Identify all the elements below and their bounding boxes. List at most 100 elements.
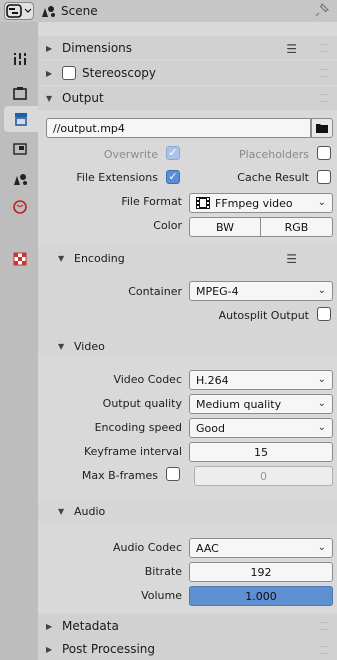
- chevron-down-icon: ⌄: [317, 374, 326, 385]
- overwrite-label: Overwrite: [103, 148, 158, 161]
- encoding-subpanel-header[interactable]: ▼ Encoding ☰: [38, 246, 337, 270]
- dimensions-title: Dimensions: [62, 41, 133, 55]
- metadata-panel-header[interactable]: ▶ Metadata: [38, 614, 337, 638]
- audio-subpanel-header[interactable]: ▼ Audio: [38, 499, 337, 523]
- chevron-down-icon: ⌄: [317, 422, 326, 433]
- post-processing-title: Post Processing: [62, 642, 155, 656]
- container-label: Container: [128, 285, 182, 298]
- keyframe-interval-value: 15: [254, 445, 268, 459]
- placeholders-label: Placeholders: [238, 148, 309, 161]
- video-codec-value: H.264: [196, 373, 229, 387]
- max-bframes-checkbox[interactable]: [166, 467, 180, 481]
- encoding-speed-dropdown[interactable]: Good ⌄: [189, 418, 333, 438]
- stereoscopy-checkbox[interactable]: [62, 66, 76, 80]
- scene-icon: [40, 4, 56, 21]
- max-bframes-label: Max B-frames: [81, 469, 158, 482]
- volume-value: 1.000: [245, 589, 277, 603]
- collapsed-arrow-icon: ▶: [46, 621, 53, 631]
- autosplit-label: Autosplit Output: [218, 309, 309, 322]
- output-quality-dropdown[interactable]: Medium quality ⌄: [189, 394, 333, 414]
- drag-handle-icon[interactable]: [319, 69, 329, 77]
- color-rgb-label: RGB: [284, 220, 309, 234]
- audio-codec-dropdown[interactable]: AAC ⌄: [189, 538, 333, 558]
- properties-editor-icon: [6, 4, 32, 18]
- scene-tab-icon: [14, 174, 27, 185]
- chevron-down-icon: ⌄: [317, 542, 326, 553]
- placeholders-checkbox[interactable]: [317, 146, 331, 160]
- expanded-arrow-icon: ▼: [58, 341, 65, 351]
- output-path-field[interactable]: //output.mp4: [46, 118, 311, 138]
- cache-result-label: Cache Result: [237, 171, 309, 184]
- file-format-value: FFmpeg video: [215, 196, 293, 210]
- expanded-arrow-icon: ▼: [58, 506, 65, 516]
- file-format-dropdown[interactable]: FFmpeg video ⌄: [189, 193, 333, 213]
- video-title: Video: [74, 339, 105, 353]
- color-label: Color: [153, 219, 182, 232]
- pin-icon[interactable]: [315, 2, 330, 20]
- cache-result-checkbox[interactable]: [317, 170, 331, 184]
- chevron-down-icon: ⌄: [317, 285, 326, 296]
- drag-handle-icon[interactable]: [319, 646, 329, 654]
- world-icon: [13, 200, 27, 214]
- keyframe-interval-label: Keyframe interval: [84, 445, 182, 458]
- bitrate-label: Bitrate: [144, 565, 182, 578]
- drag-handle-icon[interactable]: [319, 44, 329, 52]
- post-processing-panel-header[interactable]: ▶ Post Processing: [38, 638, 337, 660]
- encoding-speed-value: Good: [196, 421, 225, 435]
- chevron-down-icon: ⌄: [317, 197, 326, 208]
- presets-list-icon[interactable]: ☰: [286, 42, 297, 56]
- output-quality-label: Output quality: [102, 397, 182, 410]
- properties-tab-strip: [0, 22, 38, 660]
- container-value: MPEG-4: [196, 284, 239, 298]
- volume-label: Volume: [141, 589, 182, 602]
- scene-tab[interactable]: [6, 166, 34, 192]
- bitrate-value: 192: [250, 565, 272, 579]
- file-extensions-checkbox[interactable]: ✓: [166, 170, 180, 184]
- video-codec-dropdown[interactable]: H.264 ⌄: [189, 370, 333, 390]
- keyframe-interval-field[interactable]: 15: [189, 442, 333, 462]
- color-bw-label: BW: [215, 220, 235, 234]
- view-layer-icon: [13, 143, 27, 155]
- container-dropdown[interactable]: MPEG-4 ⌄: [189, 281, 333, 301]
- audio-codec-value: AAC: [196, 541, 219, 555]
- output-path-value: //output.mp4: [53, 121, 125, 135]
- texture-tab[interactable]: [6, 246, 34, 272]
- context-title: Scene: [61, 4, 98, 18]
- expanded-arrow-icon: ▼: [58, 253, 65, 263]
- autosplit-checkbox[interactable]: [317, 307, 331, 321]
- dimensions-panel-header[interactable]: ▶ Dimensions ☰: [38, 36, 337, 60]
- audio-codec-label: Audio Codec: [113, 541, 182, 554]
- presets-list-icon[interactable]: ☰: [286, 252, 297, 266]
- video-codec-label: Video Codec: [113, 373, 182, 386]
- video-subpanel-header[interactable]: ▼ Video: [38, 334, 337, 358]
- output-quality-value: Medium quality: [196, 397, 282, 411]
- view-layer-tab[interactable]: [6, 136, 34, 162]
- expanded-arrow-icon: ▼: [46, 93, 53, 103]
- output-panel-header[interactable]: ▼ Output: [38, 86, 337, 110]
- max-bframes-field[interactable]: 0: [194, 466, 333, 486]
- drag-handle-icon[interactable]: [319, 94, 329, 102]
- collapsed-arrow-icon: ▶: [46, 68, 53, 78]
- audio-title: Audio: [74, 504, 106, 518]
- texture-icon: [13, 252, 27, 266]
- encoding-speed-label: Encoding speed: [94, 421, 182, 434]
- overwrite-checkbox[interactable]: ✓: [166, 146, 180, 160]
- editor-type-dropdown[interactable]: [4, 2, 34, 20]
- collapsed-arrow-icon: ▶: [46, 644, 53, 654]
- drag-handle-icon[interactable]: [319, 622, 329, 630]
- file-format-label: File Format: [121, 195, 182, 208]
- encoding-title: Encoding: [74, 251, 125, 265]
- metadata-title: Metadata: [62, 619, 119, 633]
- color-bw-button[interactable]: BW: [189, 217, 261, 237]
- output-icon: [15, 113, 27, 126]
- browse-folder-button[interactable]: [311, 118, 333, 138]
- output-tab[interactable]: [4, 106, 38, 132]
- chevron-down-icon: ⌄: [317, 398, 326, 409]
- stereoscopy-panel-header[interactable]: ▶ Stereoscopy: [38, 61, 337, 85]
- tool-tab[interactable]: [6, 46, 34, 72]
- bitrate-field[interactable]: 192: [189, 562, 333, 582]
- world-tab[interactable]: [6, 194, 34, 220]
- volume-slider[interactable]: 1.000: [189, 586, 333, 606]
- color-rgb-button[interactable]: RGB: [260, 217, 333, 237]
- render-tab[interactable]: [6, 80, 34, 106]
